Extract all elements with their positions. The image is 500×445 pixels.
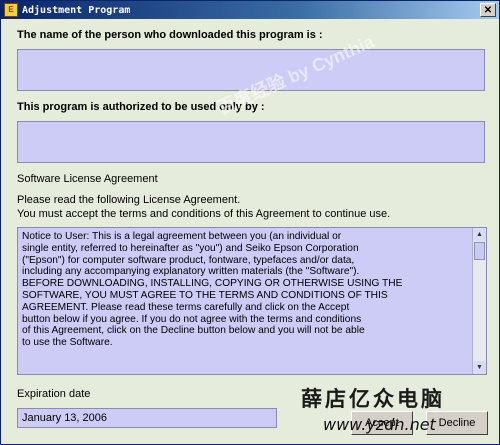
- license-text-area[interactable]: Notice to User: This is a legal agreemen…: [17, 227, 487, 375]
- expiration-label: Expiration date: [17, 388, 91, 400]
- window-title: Adjustment Program: [22, 4, 131, 16]
- expiration-date-field: January 13, 2006: [17, 408, 277, 428]
- adjustment-program-window: E Adjustment Program ✕ The name of the p…: [0, 0, 500, 445]
- app-icon: E: [4, 3, 18, 17]
- title-bar[interactable]: E Adjustment Program ✕: [1, 1, 499, 19]
- scroll-up-arrow-icon[interactable]: ▲: [473, 228, 486, 241]
- license-heading: Software License Agreement: [17, 173, 158, 185]
- license-text: Notice to User: This is a legal agreemen…: [22, 231, 403, 349]
- scroll-down-arrow-icon[interactable]: ▼: [473, 361, 486, 374]
- license-instruction-2: You must accept the terms and conditions…: [17, 208, 391, 220]
- license-scrollbar[interactable]: ▲ ▼: [472, 228, 486, 374]
- downloader-label: The name of the person who downloaded th…: [17, 29, 323, 41]
- close-button[interactable]: ✕: [480, 3, 496, 17]
- url-watermark: www.yzdn.net: [323, 415, 436, 434]
- authorized-user-field[interactable]: [17, 121, 485, 163]
- license-instruction-1: Please read the following License Agreem…: [17, 194, 241, 206]
- chinese-watermark: 薛店亿众电脑: [301, 386, 445, 411]
- scroll-thumb[interactable]: [474, 242, 485, 260]
